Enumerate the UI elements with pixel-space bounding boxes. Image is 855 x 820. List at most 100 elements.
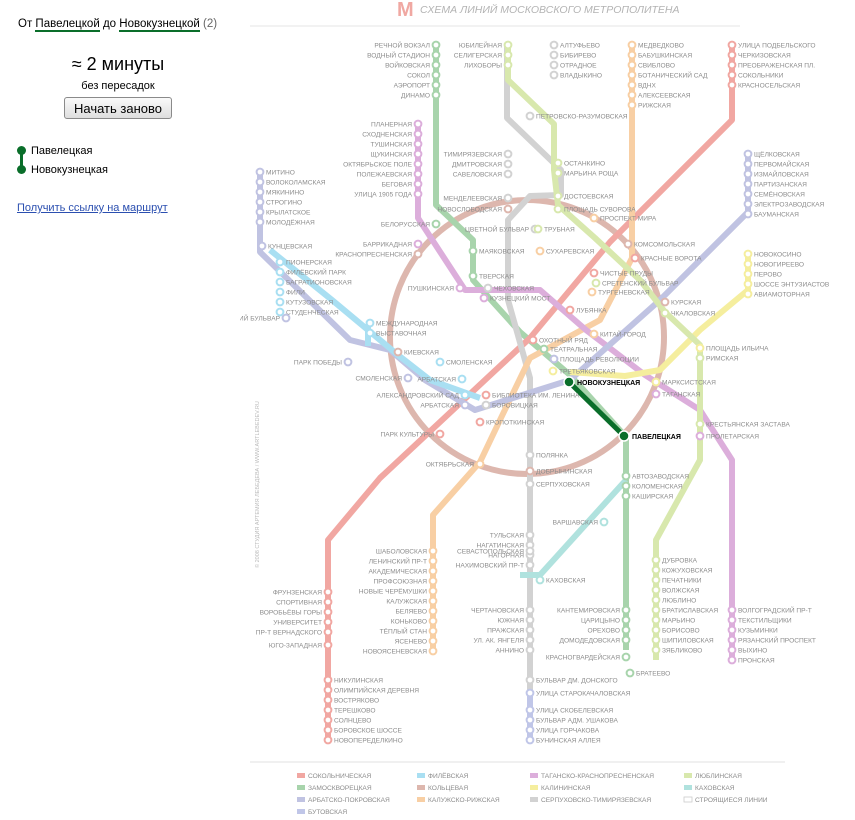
- station-marker-icon[interactable]: [651, 575, 661, 585]
- station-label[interactable]: ПОЛЯНКА: [536, 453, 568, 460]
- station-marker-icon[interactable]: [549, 40, 559, 50]
- station[interactable]: НОВОГИРЕЕВО: [743, 259, 804, 269]
- station-marker-icon[interactable]: [727, 605, 737, 615]
- station-marker-icon[interactable]: [627, 100, 637, 110]
- station-label[interactable]: ПРОФСОЮЗНАЯ: [374, 579, 428, 586]
- station-label[interactable]: МАЯКОВСКАЯ: [479, 249, 525, 256]
- station-marker-icon[interactable]: [525, 615, 535, 625]
- station[interactable]: КОЖУХОВСКАЯ: [651, 565, 713, 575]
- station-marker-icon[interactable]: [727, 635, 737, 645]
- station-marker-icon[interactable]: [428, 646, 438, 656]
- station-label[interactable]: КОЖУХОВСКАЯ: [662, 568, 713, 575]
- station-marker-icon[interactable]: [503, 60, 513, 70]
- station-label[interactable]: АВИАМОТОРНАЯ: [754, 292, 810, 299]
- station-label[interactable]: МАРЬИНА РОЩА: [564, 171, 619, 178]
- station-marker-icon[interactable]: [548, 366, 558, 376]
- station-label[interactable]: СТРОГИНО: [266, 200, 302, 207]
- station-label[interactable]: РИМСКАЯ: [706, 356, 739, 363]
- station-marker-icon[interactable]: [549, 50, 559, 60]
- station-label[interactable]: КИТАЙ-ГОРОД: [600, 330, 646, 339]
- station[interactable]: ОРЕХОВО: [587, 625, 631, 635]
- station-marker-icon[interactable]: [255, 167, 265, 177]
- station[interactable]: ТЕАТРАЛЬНАЯ: [539, 344, 598, 354]
- station[interactable]: СЕВАСТОПОЛЬСКАЯ: [457, 546, 535, 556]
- station[interactable]: МЕЖДУНАРОДНАЯ: [365, 318, 438, 328]
- station-marker-icon[interactable]: [323, 640, 333, 650]
- station-label[interactable]: СПОРТИВНАЯ: [276, 600, 322, 607]
- station-label[interactable]: АЭРОПОРТ: [394, 83, 430, 90]
- station-marker-icon[interactable]: [468, 271, 478, 281]
- station[interactable]: БРАТЕЕВО: [625, 668, 671, 678]
- station-label[interactable]: ТУЛЬСКАЯ: [490, 533, 525, 540]
- station[interactable]: КОНЬКОВО: [391, 616, 438, 626]
- station-marker-icon[interactable]: [525, 688, 535, 698]
- station-label[interactable]: НАХИМОВСКИЙ ПР-Т: [456, 561, 524, 570]
- station-marker-icon[interactable]: [323, 675, 333, 685]
- station[interactable]: ЩУКИНСКАЯ: [371, 149, 423, 159]
- station-marker-icon[interactable]: [393, 347, 403, 357]
- station-label[interactable]: ПАРТИЗАНСКАЯ: [754, 182, 807, 189]
- station-label[interactable]: НОВОПЕРЕДЕЛКИНО: [334, 738, 403, 745]
- station[interactable]: НОВОЯСЕНЕВСКАЯ: [363, 646, 438, 656]
- station-marker-icon[interactable]: [431, 80, 441, 90]
- station-label[interactable]: ТЕКСТИЛЬЩИКИ: [738, 618, 792, 625]
- station-marker-icon[interactable]: [525, 715, 535, 725]
- station-marker-icon[interactable]: [621, 635, 631, 645]
- station-label[interactable]: КОНЬКОВО: [391, 619, 427, 626]
- station-marker-icon[interactable]: [413, 169, 423, 179]
- station[interactable]: БИБИРЕВО: [549, 50, 597, 60]
- station-label[interactable]: ТИМИРЯЗЕВСКАЯ: [444, 152, 503, 159]
- station[interactable]: СЕМЁНОВСКАЯ: [743, 189, 806, 199]
- station-label[interactable]: БАРРИКАДНАЯ: [363, 242, 412, 249]
- station[interactable]: ДОМОДЕДОВСКАЯ: [560, 635, 631, 645]
- station[interactable]: КРАСНЫЕ ВОРОТА: [630, 253, 703, 263]
- station-marker-icon[interactable]: [553, 204, 563, 214]
- station[interactable]: НИКУЛИНСКАЯ: [323, 675, 384, 685]
- station-label[interactable]: ПЛАНЕРНАЯ: [371, 122, 412, 129]
- station[interactable]: ВОЛГОГРАДСКИЙ ПР-Т: [727, 605, 812, 615]
- station-marker-icon[interactable]: [481, 400, 491, 410]
- station-marker-icon[interactable]: [727, 655, 737, 665]
- route-station-icon[interactable]: [618, 430, 630, 442]
- station-label[interactable]: ФРУНЗЕНСКАЯ: [273, 590, 322, 597]
- station-marker-icon[interactable]: [365, 318, 375, 328]
- station-marker-icon[interactable]: [621, 481, 631, 491]
- station[interactable]: ШАБОЛОВСКАЯ: [376, 546, 438, 556]
- station-marker-icon[interactable]: [589, 213, 599, 223]
- station[interactable]: ОЛИМПИЙСКАЯ ДЕРЕВНЯ: [323, 685, 420, 695]
- station-label[interactable]: МОЛОДЁЖНАЯ: [266, 219, 315, 227]
- station[interactable]: АННИНО: [495, 645, 535, 655]
- station[interactable]: СОКОЛЬНИКИ: [727, 70, 784, 80]
- station[interactable]: МАЯКОВСКАЯ: [468, 246, 525, 256]
- station-label[interactable]: СОКОЛЬНИКИ: [738, 73, 784, 80]
- station-marker-icon[interactable]: [323, 627, 333, 637]
- station-marker-icon[interactable]: [323, 695, 333, 705]
- station-marker-icon[interactable]: [651, 635, 661, 645]
- station[interactable]: УЛИЦА ГОРЧАКОВА: [525, 725, 600, 735]
- station[interactable]: ЛЕНИНСКИЙ ПР-Т: [369, 557, 438, 566]
- from-station-link[interactable]: Павелецкой: [35, 18, 100, 32]
- station[interactable]: ПРОНСКАЯ: [727, 655, 775, 665]
- station[interactable]: БАГРАТИОНОВСКАЯ: [275, 277, 352, 287]
- station[interactable]: МИТИНО: [255, 167, 295, 177]
- station-marker-icon[interactable]: [695, 353, 705, 363]
- station[interactable]: КУЗЬМИНКИ: [727, 625, 778, 635]
- station[interactable]: ПЕРВОМАЙСКАЯ: [743, 160, 810, 169]
- station-marker-icon[interactable]: [743, 289, 753, 299]
- station-label[interactable]: СЕРПУХОВСКАЯ: [536, 482, 590, 489]
- station-marker-icon[interactable]: [651, 389, 661, 399]
- station-label[interactable]: АРБАТСКАЯ: [420, 403, 459, 410]
- station-label[interactable]: БРАТЕЕВО: [636, 671, 670, 678]
- station-marker-icon[interactable]: [743, 249, 753, 259]
- station-label[interactable]: ТЕАТРАЛЬНАЯ: [550, 347, 598, 354]
- station-marker-icon[interactable]: [323, 685, 333, 695]
- station[interactable]: МАРЬИНА РОЩА: [553, 168, 619, 178]
- station-label[interactable]: ОКТЯБРЬСКАЯ: [426, 462, 475, 469]
- station[interactable]: КРОПОТКИНСКАЯ: [475, 417, 545, 427]
- station-marker-icon[interactable]: [275, 297, 285, 307]
- station-label[interactable]: ФИЛИ: [286, 290, 305, 297]
- station-marker-icon[interactable]: [503, 149, 513, 159]
- station[interactable]: КУЗНЕЦКИЙ МОСТ: [479, 294, 551, 303]
- station[interactable]: ТУЛЬСКАЯ: [490, 530, 535, 540]
- station-marker-icon[interactable]: [599, 517, 609, 527]
